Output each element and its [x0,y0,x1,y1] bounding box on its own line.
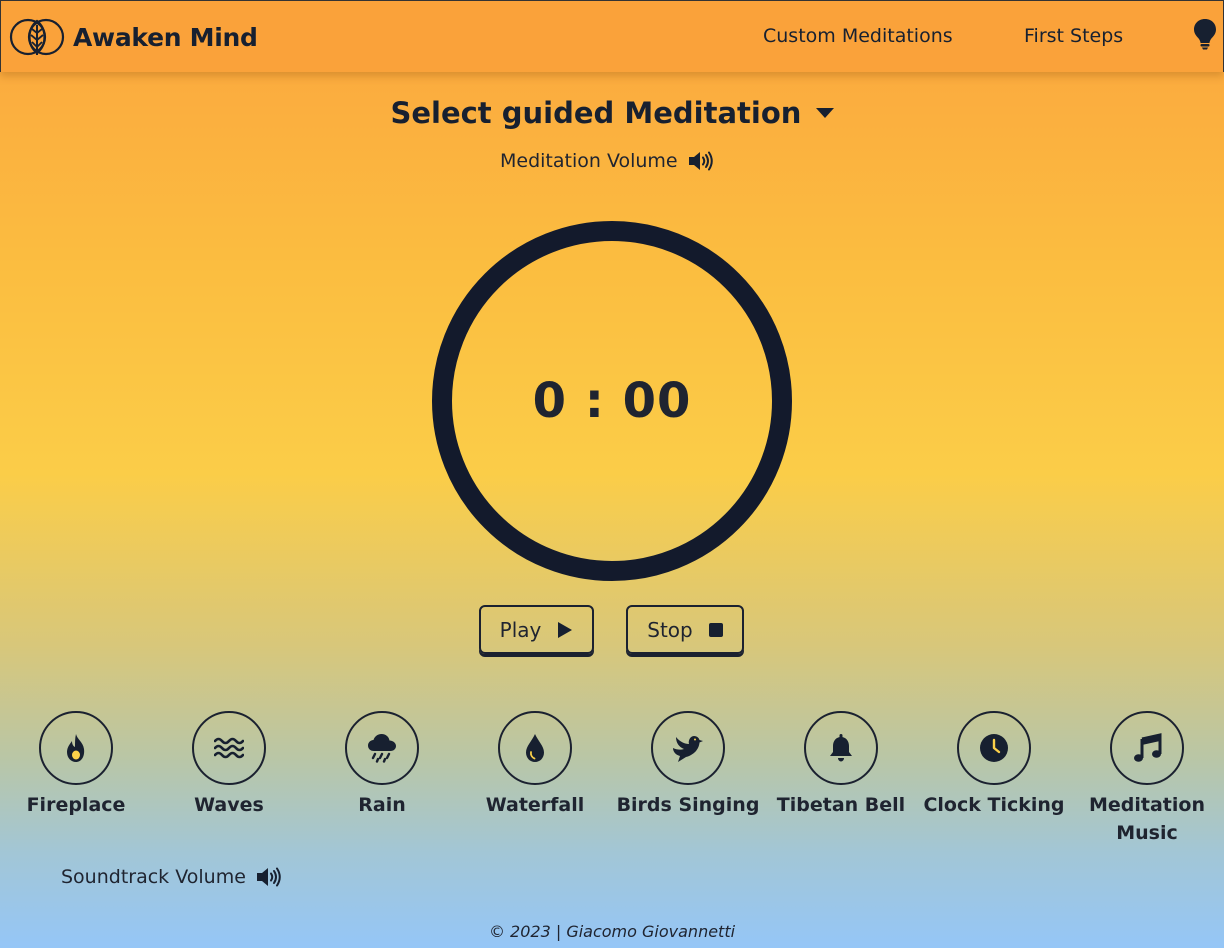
sound-label: Tibetan Bell [776,794,906,816]
sound-label: Fireplace [26,794,126,816]
select-guided-meditation-label: Select guided Meditation [390,96,802,130]
leaf-logo-icon [9,18,65,56]
stop-button-label: Stop [647,617,693,642]
sound-label: Waves [194,794,264,816]
sound-fireplace-button[interactable] [39,711,113,785]
lightbulb-icon[interactable] [1193,18,1217,50]
sound-tibetan-bell[interactable]: Tibetan Bell [766,711,916,819]
sound-clock-ticking[interactable]: Clock Ticking [919,711,1069,819]
caret-down-icon [815,108,834,118]
volume-icon[interactable] [256,866,282,888]
sound-label: Clock Ticking [923,794,1065,816]
sound-label: Birds Singing [616,794,760,816]
cloud-rain-icon [368,734,396,763]
play-button-label: Play [499,617,542,642]
meditation-volume-label: Meditation Volume [500,150,678,172]
sound-meditation-music[interactable]: Meditation Music [1072,711,1222,847]
sound-birds-singing-button[interactable] [651,711,725,785]
sound-clock-ticking-button[interactable] [957,711,1031,785]
sound-tibetan-bell-button[interactable] [804,711,878,785]
sound-rain-button[interactable] [345,711,419,785]
sound-label: Meditation Music [1089,794,1205,844]
bell-icon [830,734,852,762]
clock-icon [980,734,1008,762]
stop-icon [708,622,723,637]
dove-icon [673,736,703,762]
play-button[interactable]: Play [479,605,594,654]
soundtrack-volume: Soundtrack Volume [61,866,282,888]
sound-waterfall[interactable]: Waterfall [460,711,610,819]
nav-link-first-steps[interactable]: First Steps [1024,25,1123,47]
music-note-icon [1134,733,1162,762]
brand[interactable]: Awaken Mind [9,15,258,59]
sound-rain[interactable]: Rain [307,711,457,819]
footer-copyright: © 2023 | Giacomo Giovannetti [488,922,736,941]
soundtrack-volume-label: Soundtrack Volume [61,866,246,888]
play-icon [558,621,573,638]
sound-waves-button[interactable] [192,711,266,785]
sound-fireplace[interactable]: Fireplace [1,711,151,819]
sound-meditation-music-button[interactable] [1110,711,1184,785]
meditation-volume: Meditation Volume [500,150,714,172]
sound-waves[interactable]: Waves [154,711,304,819]
sound-birds-singing[interactable]: Birds Singing [613,711,763,819]
sound-label: Rain [358,794,406,816]
water-waves-icon [214,737,244,759]
sound-label: Waterfall [485,794,585,816]
timer-display: 0 : 00 [532,373,692,429]
fire-icon [67,734,85,762]
brand-name: Awaken Mind [73,22,258,52]
droplet-icon [526,734,544,762]
nav-link-custom-meditations[interactable]: Custom Meditations [763,25,953,47]
sound-waterfall-button[interactable] [498,711,572,785]
select-guided-meditation[interactable]: Select guided Meditation [0,96,1224,130]
volume-icon[interactable] [688,150,714,172]
stop-button[interactable]: Stop [626,605,744,654]
navbar: Awaken Mind Custom Meditations First Ste… [0,0,1224,72]
